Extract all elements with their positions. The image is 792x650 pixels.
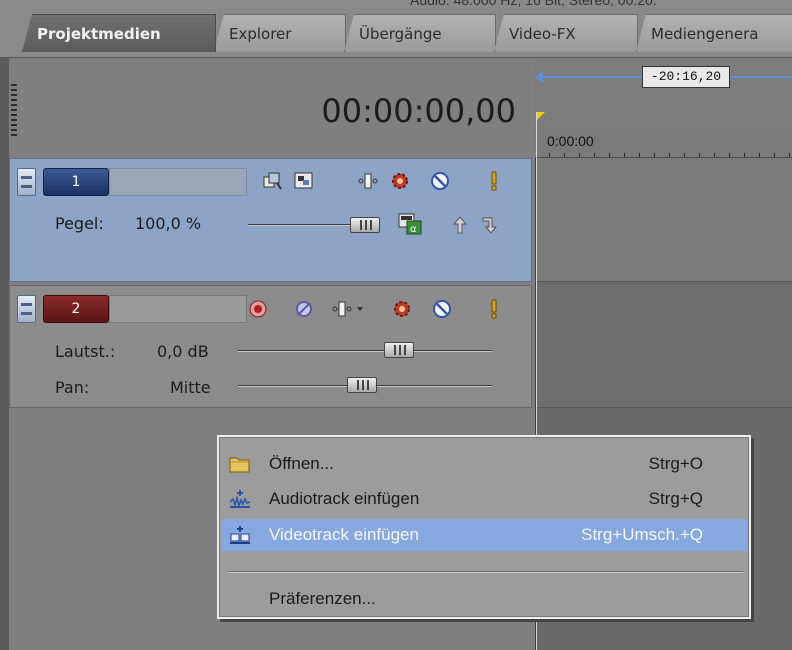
ruler-start-label: 0:00:00 (547, 133, 594, 149)
track-number: 1 (43, 168, 109, 196)
loop-region-arrow-icon[interactable] (535, 71, 543, 83)
loop-region-time: -20:16,20 (642, 66, 730, 88)
insert-video-track-icon (230, 526, 250, 544)
volume-label: Lautst.: (55, 342, 116, 361)
generate-mask-icon[interactable]: α (398, 213, 422, 235)
context-menu: Öffnen... Strg+O Audiotrack einfügen Str… (217, 435, 751, 619)
level-value: 100,0 % (135, 214, 202, 233)
volume-slider-track[interactable] (238, 350, 492, 352)
video-track-header[interactable]: 1 Pegel: 100,0 % α (9, 158, 532, 282)
volume-slider-knob[interactable] (384, 342, 414, 358)
menu-item-insert-video-track[interactable]: Videotrack einfügen Strg+Umsch.+Q (221, 519, 747, 551)
fx-gear-icon[interactable] (392, 299, 412, 319)
menu-item-label: Audiotrack einfügen (269, 489, 420, 508)
track-motion-icon[interactable] (294, 171, 314, 191)
video-track-lane[interactable] (536, 158, 792, 282)
menu-item-label: Öffnen... (269, 454, 334, 473)
volume-value: 0,0 dB (157, 342, 209, 361)
tab-mediengeneratoren[interactable]: Mediengenera (636, 14, 792, 52)
audio-track-lane[interactable] (536, 285, 792, 408)
menu-item-insert-audio-track[interactable]: Audiotrack einfügen Strg+Q (221, 483, 747, 515)
tab-video-fx[interactable]: Video-FX (494, 14, 638, 52)
track-minimize-button[interactable] (17, 295, 36, 323)
mute-icon[interactable] (432, 299, 452, 319)
menu-separator (229, 571, 743, 573)
menu-item-preferences[interactable]: Präferenzen... (221, 583, 747, 615)
level-slider-knob[interactable] (350, 217, 380, 233)
mute-icon[interactable] (430, 171, 450, 191)
audio-track-header[interactable]: 2 Lautst.: 0,0 dB Pan: Mitte (9, 285, 532, 408)
level-label: Pegel: (55, 214, 104, 233)
folder-icon (229, 457, 250, 473)
make-compositing-parent-icon[interactable] (450, 215, 470, 235)
track-number: 2 (43, 295, 109, 323)
solo-icon[interactable] (484, 171, 504, 191)
composite-mode-icon[interactable] (263, 171, 283, 191)
project-timecode: 00:00:00,00 (321, 92, 516, 130)
solo-icon[interactable] (484, 299, 504, 319)
invert-phase-icon[interactable] (294, 299, 314, 319)
svg-text:α: α (410, 224, 417, 235)
menu-item-shortcut: Strg+Q (648, 489, 703, 508)
pan-slider-knob[interactable] (347, 377, 377, 393)
panel-edge (0, 58, 9, 650)
insert-audio-track-icon (229, 490, 251, 509)
track-fx-icon[interactable] (358, 171, 378, 191)
drag-grip-icon[interactable] (11, 84, 17, 136)
cursor-flag-icon[interactable] (537, 112, 545, 120)
track-minimize-button[interactable] (17, 168, 36, 196)
window-tab-strip: Audio: 48.000 Hz; 16 Bit; Stereo; 00:20:… (0, 0, 792, 58)
menu-item-shortcut: Strg+O (648, 454, 703, 473)
track-name-field[interactable] (109, 168, 247, 196)
track-fx-icon[interactable] (332, 299, 368, 319)
audio-info-status: Audio: 48.000 Hz; 16 Bit; Stereo; 00:20: (410, 0, 657, 8)
pan-value: Mitte (170, 378, 211, 397)
arm-record-icon[interactable] (248, 299, 268, 319)
fx-gear-icon[interactable] (390, 171, 410, 191)
menu-item-shortcut: Strg+Umsch.+Q (581, 525, 703, 544)
track-name-field[interactable] (109, 295, 247, 323)
menu-item-open[interactable]: Öffnen... Strg+O (221, 448, 747, 480)
menu-item-label: Videotrack einfügen (269, 525, 419, 544)
tab-explorer[interactable]: Explorer (214, 14, 346, 52)
make-compositing-child-icon[interactable] (480, 215, 500, 235)
tab-uebergaenge[interactable]: Übergänge (344, 14, 496, 52)
menu-item-label: Präferenzen... (269, 589, 376, 608)
pan-label: Pan: (55, 378, 90, 397)
tab-projektmedien[interactable]: Projektmedien (22, 14, 216, 52)
